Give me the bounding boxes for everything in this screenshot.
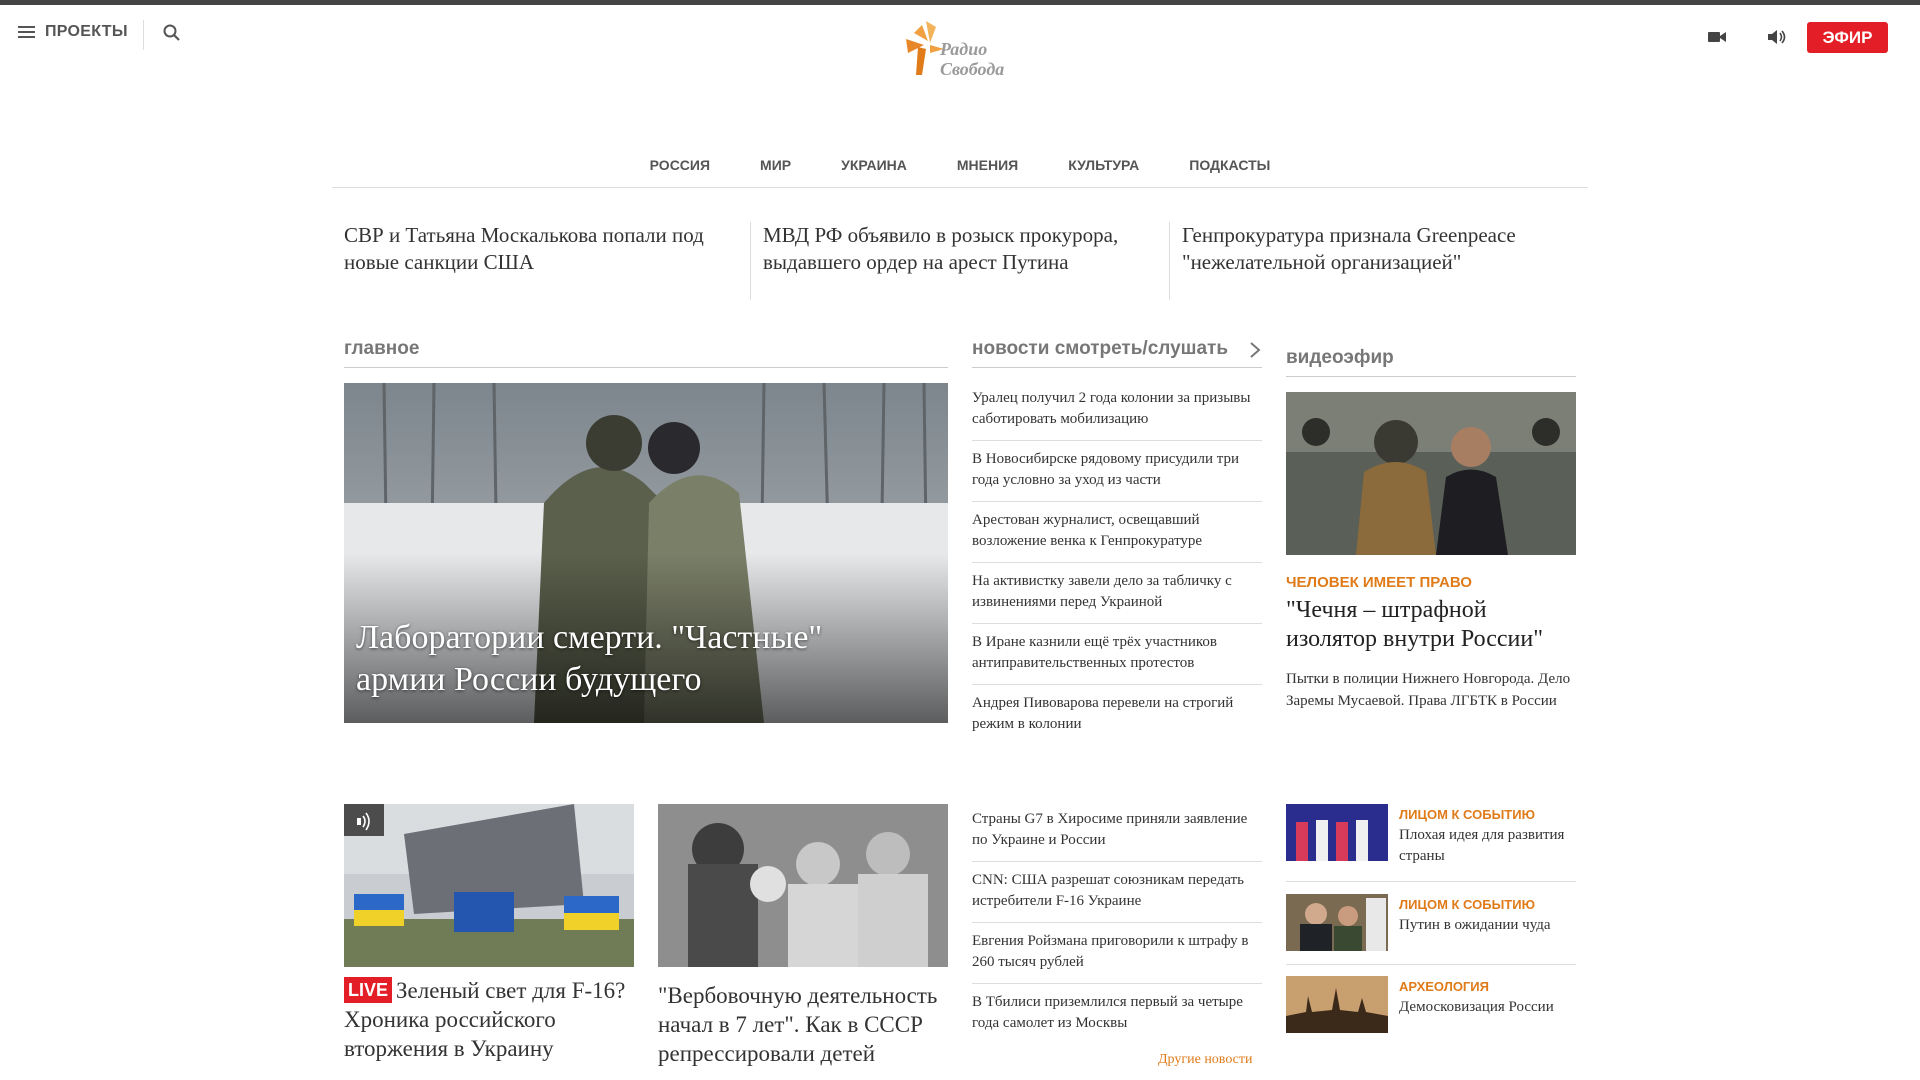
top-stories: СВР и Татьяна Москалькова попали под нов… [332, 222, 1588, 300]
mini-title: Путин в ожидании чуда [1399, 917, 1551, 933]
speaker-icon[interactable] [1766, 27, 1788, 47]
header-divider [143, 20, 144, 50]
mini-thumb-putin [1286, 894, 1388, 951]
video-title: "Чечня – штрафной изолятор внутри России… [1286, 597, 1543, 652]
story-image-stalin-children [658, 804, 948, 967]
site-header: ПРОЕКТЫ Радио Свобода ЭФИР [0, 5, 1920, 79]
divider [1286, 881, 1576, 882]
mini-video-item[interactable]: ЛИЦОМ К СОБЫТИЮ Плохая идея для развития… [1286, 804, 1576, 872]
mini-video-item[interactable]: АРХЕОЛОГИЯ Демосковизация России [1286, 976, 1576, 1044]
news-item[interactable]: Арестован журналист, освещавший возложен… [972, 502, 1262, 563]
video-image-chechnya [1286, 392, 1576, 555]
mini-title: Плохая идея для развития страны [1399, 827, 1565, 864]
news-item[interactable]: В Новосибирске рядовому присудили три го… [972, 441, 1262, 502]
top-story[interactable]: СВР и Татьяна Москалькова попали под нов… [332, 222, 750, 300]
mini-thumb-kremlin [1286, 976, 1388, 1033]
audio-icon [344, 804, 384, 836]
main-nav: РОССИЯ МИР УКРАИНА МНЕНИЯ КУЛЬТУРА ПОДКА… [332, 150, 1588, 188]
mini-kicker[interactable]: АРХЕОЛОГИЯ [1399, 979, 1554, 994]
projects-label: ПРОЕКТЫ [45, 23, 128, 40]
nav-item-culture[interactable]: КУЛЬТУРА [1043, 150, 1164, 187]
video-description: Пытки в полиции Нижнего Новгорода. Дело … [1286, 671, 1571, 709]
news-item[interactable]: В Тбилиси приземлился первый за четыре г… [972, 984, 1262, 1044]
mini-thumb-dancers [1286, 804, 1388, 861]
news-item[interactable]: На активистку завели дело за табличку с … [972, 563, 1262, 624]
logo-text-top: Радио [940, 39, 988, 59]
nav-item-russia[interactable]: РОССИЯ [625, 150, 735, 187]
story-card-live[interactable]: LIVE Зеленый свет для F-16? Хроника росси… [344, 804, 634, 1063]
nav-item-podcasts[interactable]: ПОДКАСТЫ [1164, 150, 1295, 187]
chevron-right-icon[interactable] [1248, 341, 1262, 359]
search-icon[interactable] [162, 23, 182, 43]
mini-kicker[interactable]: ЛИЦОМ К СОБЫТИЮ [1399, 807, 1576, 822]
nav-item-ukraine[interactable]: УКРАИНА [816, 150, 932, 187]
story-image-f16-rally [344, 804, 634, 967]
divider [1286, 964, 1576, 965]
video-camera-icon[interactable] [1706, 27, 1728, 47]
site-logo[interactable]: Радио Свобода [900, 19, 1022, 81]
news-item[interactable]: В Иране казнили ещё трёх участников анти… [972, 624, 1262, 685]
section-title-main[interactable]: главное [344, 338, 948, 368]
more-news-link[interactable]: Другие новости [1158, 1052, 1253, 1068]
mini-title: Демосковизация России [1399, 999, 1554, 1015]
menu-icon [18, 26, 35, 38]
video-feature[interactable]: ЧЕЛОВЕК ИМЕЕТ ПРАВО "Чечня – штрафной из… [1286, 392, 1576, 712]
story-card[interactable]: "Вербовочную деятельность начал в 7 лет"… [658, 804, 948, 1068]
section-title-news[interactable]: новости смотреть/слушать [972, 338, 1262, 368]
nav-item-world[interactable]: МИР [735, 150, 816, 187]
news-item[interactable]: Евгения Ройзмана приговорили к штрафу в … [972, 923, 1262, 984]
nav-item-opinions[interactable]: МНЕНИЯ [932, 150, 1043, 187]
mini-video-item[interactable]: ЛИЦОМ К СОБЫТИЮ Путин в ожидании чуда [1286, 894, 1576, 962]
story-title: "Вербовочную деятельность начал в 7 лет"… [658, 983, 938, 1066]
news-item[interactable]: Андрея Пивоварова перевели на строгий ре… [972, 685, 1262, 745]
section-title-video[interactable]: видеоэфир [1286, 347, 1576, 377]
logo-text: Радио Свобода [940, 39, 1004, 79]
hero-story[interactable]: Лаборатории смерти. "Частные" армии Росс… [344, 383, 948, 723]
news-item[interactable]: CNN: США разрешат союзникам передать ист… [972, 862, 1262, 923]
top-story[interactable]: Генпрокуратура признала Greenpeace "неже… [1169, 222, 1588, 300]
video-kicker[interactable]: ЧЕЛОВЕК ИМЕЕТ ПРАВО [1286, 574, 1576, 591]
news-list-bottom: Страны G7 в Хиросиме приняли заявление п… [972, 801, 1262, 1044]
story-title: LIVE Зеленый свет для F-16? Хроника росси… [344, 976, 634, 1063]
logo-text-bottom: Свобода [940, 59, 1005, 79]
top-story[interactable]: МВД РФ объявило в розыск прокурора, выда… [750, 222, 1169, 300]
news-item[interactable]: Страны G7 в Хиросиме приняли заявление п… [972, 801, 1262, 862]
live-badge: LIVE [344, 977, 393, 1003]
live-air-button[interactable]: ЭФИР [1807, 22, 1888, 53]
news-item[interactable]: Уралец получил 2 года колонии за призывы… [972, 380, 1262, 441]
news-list-top: Уралец получил 2 года колонии за призывы… [972, 380, 1262, 745]
mini-kicker[interactable]: ЛИЦОМ К СОБЫТИЮ [1399, 897, 1551, 912]
hero-title: Лаборатории смерти. "Частные" армии Росс… [356, 619, 823, 698]
projects-menu-button[interactable]: ПРОЕКТЫ [18, 23, 128, 41]
